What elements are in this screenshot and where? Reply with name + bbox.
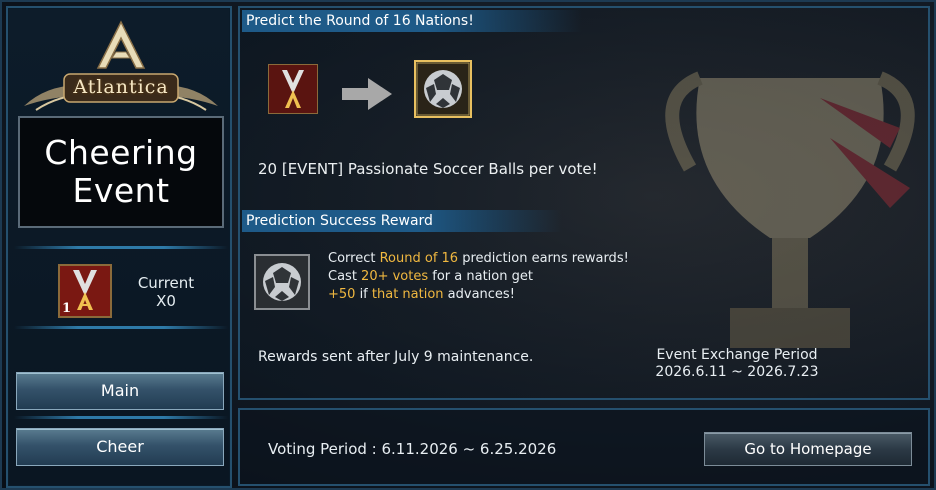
vote-reward-description: 20 [EVENT] Passionate Soccer Balls per v… <box>258 160 598 178</box>
reward-header: Prediction Success Reward <box>242 210 562 232</box>
current-value: X0 <box>156 292 176 310</box>
reward-highlight: Round of 16 <box>379 251 459 266</box>
cheer-button[interactable]: Cheer <box>16 428 224 466</box>
cheer-ticket-icon <box>267 63 319 115</box>
divider <box>14 246 228 249</box>
reward-highlight: 20+ votes <box>361 269 429 284</box>
reward-text: Correct <box>328 251 380 266</box>
event-title: Cheering Event <box>44 133 198 210</box>
reward-text: Cast <box>328 269 362 284</box>
footer-bar: Voting Period : 6.11.2026 ~ 6.25.2026 Go… <box>238 408 930 486</box>
soccer-ball-icon <box>254 254 310 310</box>
cheer-ticket-icon: 1 <box>58 264 112 318</box>
rewards-sent-note: Rewards sent after July 9 maintenance. <box>258 349 534 365</box>
atlantica-logo: Atlantica <box>14 18 228 118</box>
reward-text: if <box>355 287 372 302</box>
current-count: Current X0 <box>126 274 206 310</box>
current-label: Current <box>137 274 195 292</box>
logo-text: Atlantica <box>73 76 169 98</box>
exchange-period: Event Exchange Period 2026.6.11 ~ 2026.7… <box>644 347 830 381</box>
event-title-box: Cheering Event <box>18 116 224 228</box>
voting-period: Voting Period : 6.11.2026 ~ 6.25.2026 <box>268 440 557 458</box>
predict-header: Predict the Round of 16 Nations! <box>242 10 582 32</box>
arrow-right-icon <box>342 78 392 110</box>
divider <box>14 326 228 329</box>
event-info-panel: Predict the Round of 16 Nations! 20 [EVE… <box>238 6 930 400</box>
reward-highlight: +50 <box>328 287 356 302</box>
reward-text: prediction earns rewards! <box>458 251 629 266</box>
go-to-homepage-button[interactable]: Go to Homepage <box>704 432 912 466</box>
exchange-dates: 2026.6.11 ~ 2026.7.23 <box>655 364 819 380</box>
sidebar: Atlantica Cheering Event 1 Current X0 Ma… <box>6 6 232 488</box>
exchange-label: Event Exchange Period <box>656 347 818 363</box>
main-button[interactable]: Main <box>16 372 224 410</box>
reward-text: for a nation get <box>428 269 533 284</box>
reward-text: advances! <box>443 287 515 302</box>
event-window: Atlantica Cheering Event 1 Current X0 Ma… <box>0 0 936 490</box>
ticket-count: 1 <box>62 301 72 316</box>
divider <box>14 416 228 419</box>
reward-highlight: that nation <box>371 287 444 302</box>
trophy-background-image <box>665 71 915 348</box>
soccer-ball-icon <box>414 60 472 118</box>
reward-details: Correct Round of 16 prediction earns rew… <box>328 250 629 304</box>
